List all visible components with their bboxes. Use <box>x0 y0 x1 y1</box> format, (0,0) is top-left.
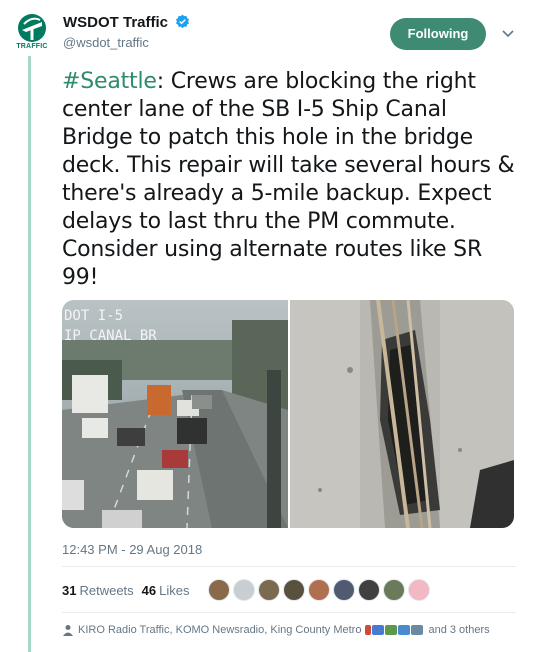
following-button[interactable]: Following <box>390 18 486 50</box>
avatar-brand-text: TRAFFIC <box>16 43 48 50</box>
liker-avatar[interactable] <box>257 579 280 601</box>
tweet-timestamp[interactable]: 12:43 PM - 29 Aug 2018 <box>62 542 202 557</box>
account-name-block[interactable]: WSDOT Traffic @wsdot_traffic <box>63 14 190 50</box>
people-icon <box>63 625 73 636</box>
wsdot-logo-icon <box>18 14 46 42</box>
likes-count[interactable]: 46 <box>142 583 156 598</box>
traffic-camera-photo[interactable]: DOT I-5 IP CANAL BR <box>62 300 288 528</box>
liker-avatar[interactable] <box>207 579 230 601</box>
camera-overlay-line1: DOT I-5 <box>64 308 123 324</box>
liker-avatar[interactable] <box>382 579 405 601</box>
account-handle: @wsdot_traffic <box>63 35 149 50</box>
media-gallery[interactable]: DOT I-5 IP CANAL BR <box>62 300 514 528</box>
liker-avatar[interactable] <box>307 579 330 601</box>
bus-emoji-icon <box>372 625 385 635</box>
liker-avatars <box>207 579 433 601</box>
liker-avatar[interactable] <box>407 579 430 601</box>
truck-emoji-icon <box>385 625 398 635</box>
context-others: and 3 others <box>428 624 490 636</box>
retweets-label[interactable]: Retweets <box>79 583 133 598</box>
engagement-stats: 31 Retweets 46 Likes <box>62 576 433 604</box>
tweet-header: TRAFFIC WSDOT Traffic @wsdot_traffic Fol… <box>15 12 527 58</box>
liker-avatar[interactable] <box>357 579 380 601</box>
retweets-count[interactable]: 31 <box>62 583 76 598</box>
camera-overlay-line2: IP CANAL BR <box>64 328 157 344</box>
divider <box>62 612 516 613</box>
liked-by-context[interactable]: KIRO Radio Traffic, KOMO Newsradio, King… <box>62 624 490 636</box>
display-name[interactable]: WSDOT Traffic <box>63 14 168 31</box>
flag-emoji-icon <box>365 625 372 635</box>
train-emoji-icon <box>411 625 424 635</box>
likes-label[interactable]: Likes <box>159 583 189 598</box>
liker-avatar[interactable] <box>232 579 255 601</box>
context-accounts: KIRO Radio Traffic, KOMO Newsradio, King… <box>78 624 362 636</box>
liker-avatar[interactable] <box>282 579 305 601</box>
hashtag-link[interactable]: #Seattle <box>62 69 157 94</box>
emoji-strip <box>365 625 424 635</box>
ferry-emoji-icon <box>398 625 411 635</box>
verified-badge-icon <box>176 14 190 29</box>
reply-thread-rail <box>28 56 31 652</box>
tweet-body: : Crews are blocking the right center la… <box>62 69 515 290</box>
chevron-down-icon[interactable] <box>501 26 515 40</box>
liker-avatar[interactable] <box>332 579 355 601</box>
avatar[interactable]: TRAFFIC <box>15 14 49 54</box>
tweet-text: #Seattle: Crews are blocking the right c… <box>62 68 522 292</box>
bridge-deck-hole-photo[interactable] <box>290 300 514 528</box>
divider <box>62 566 516 567</box>
